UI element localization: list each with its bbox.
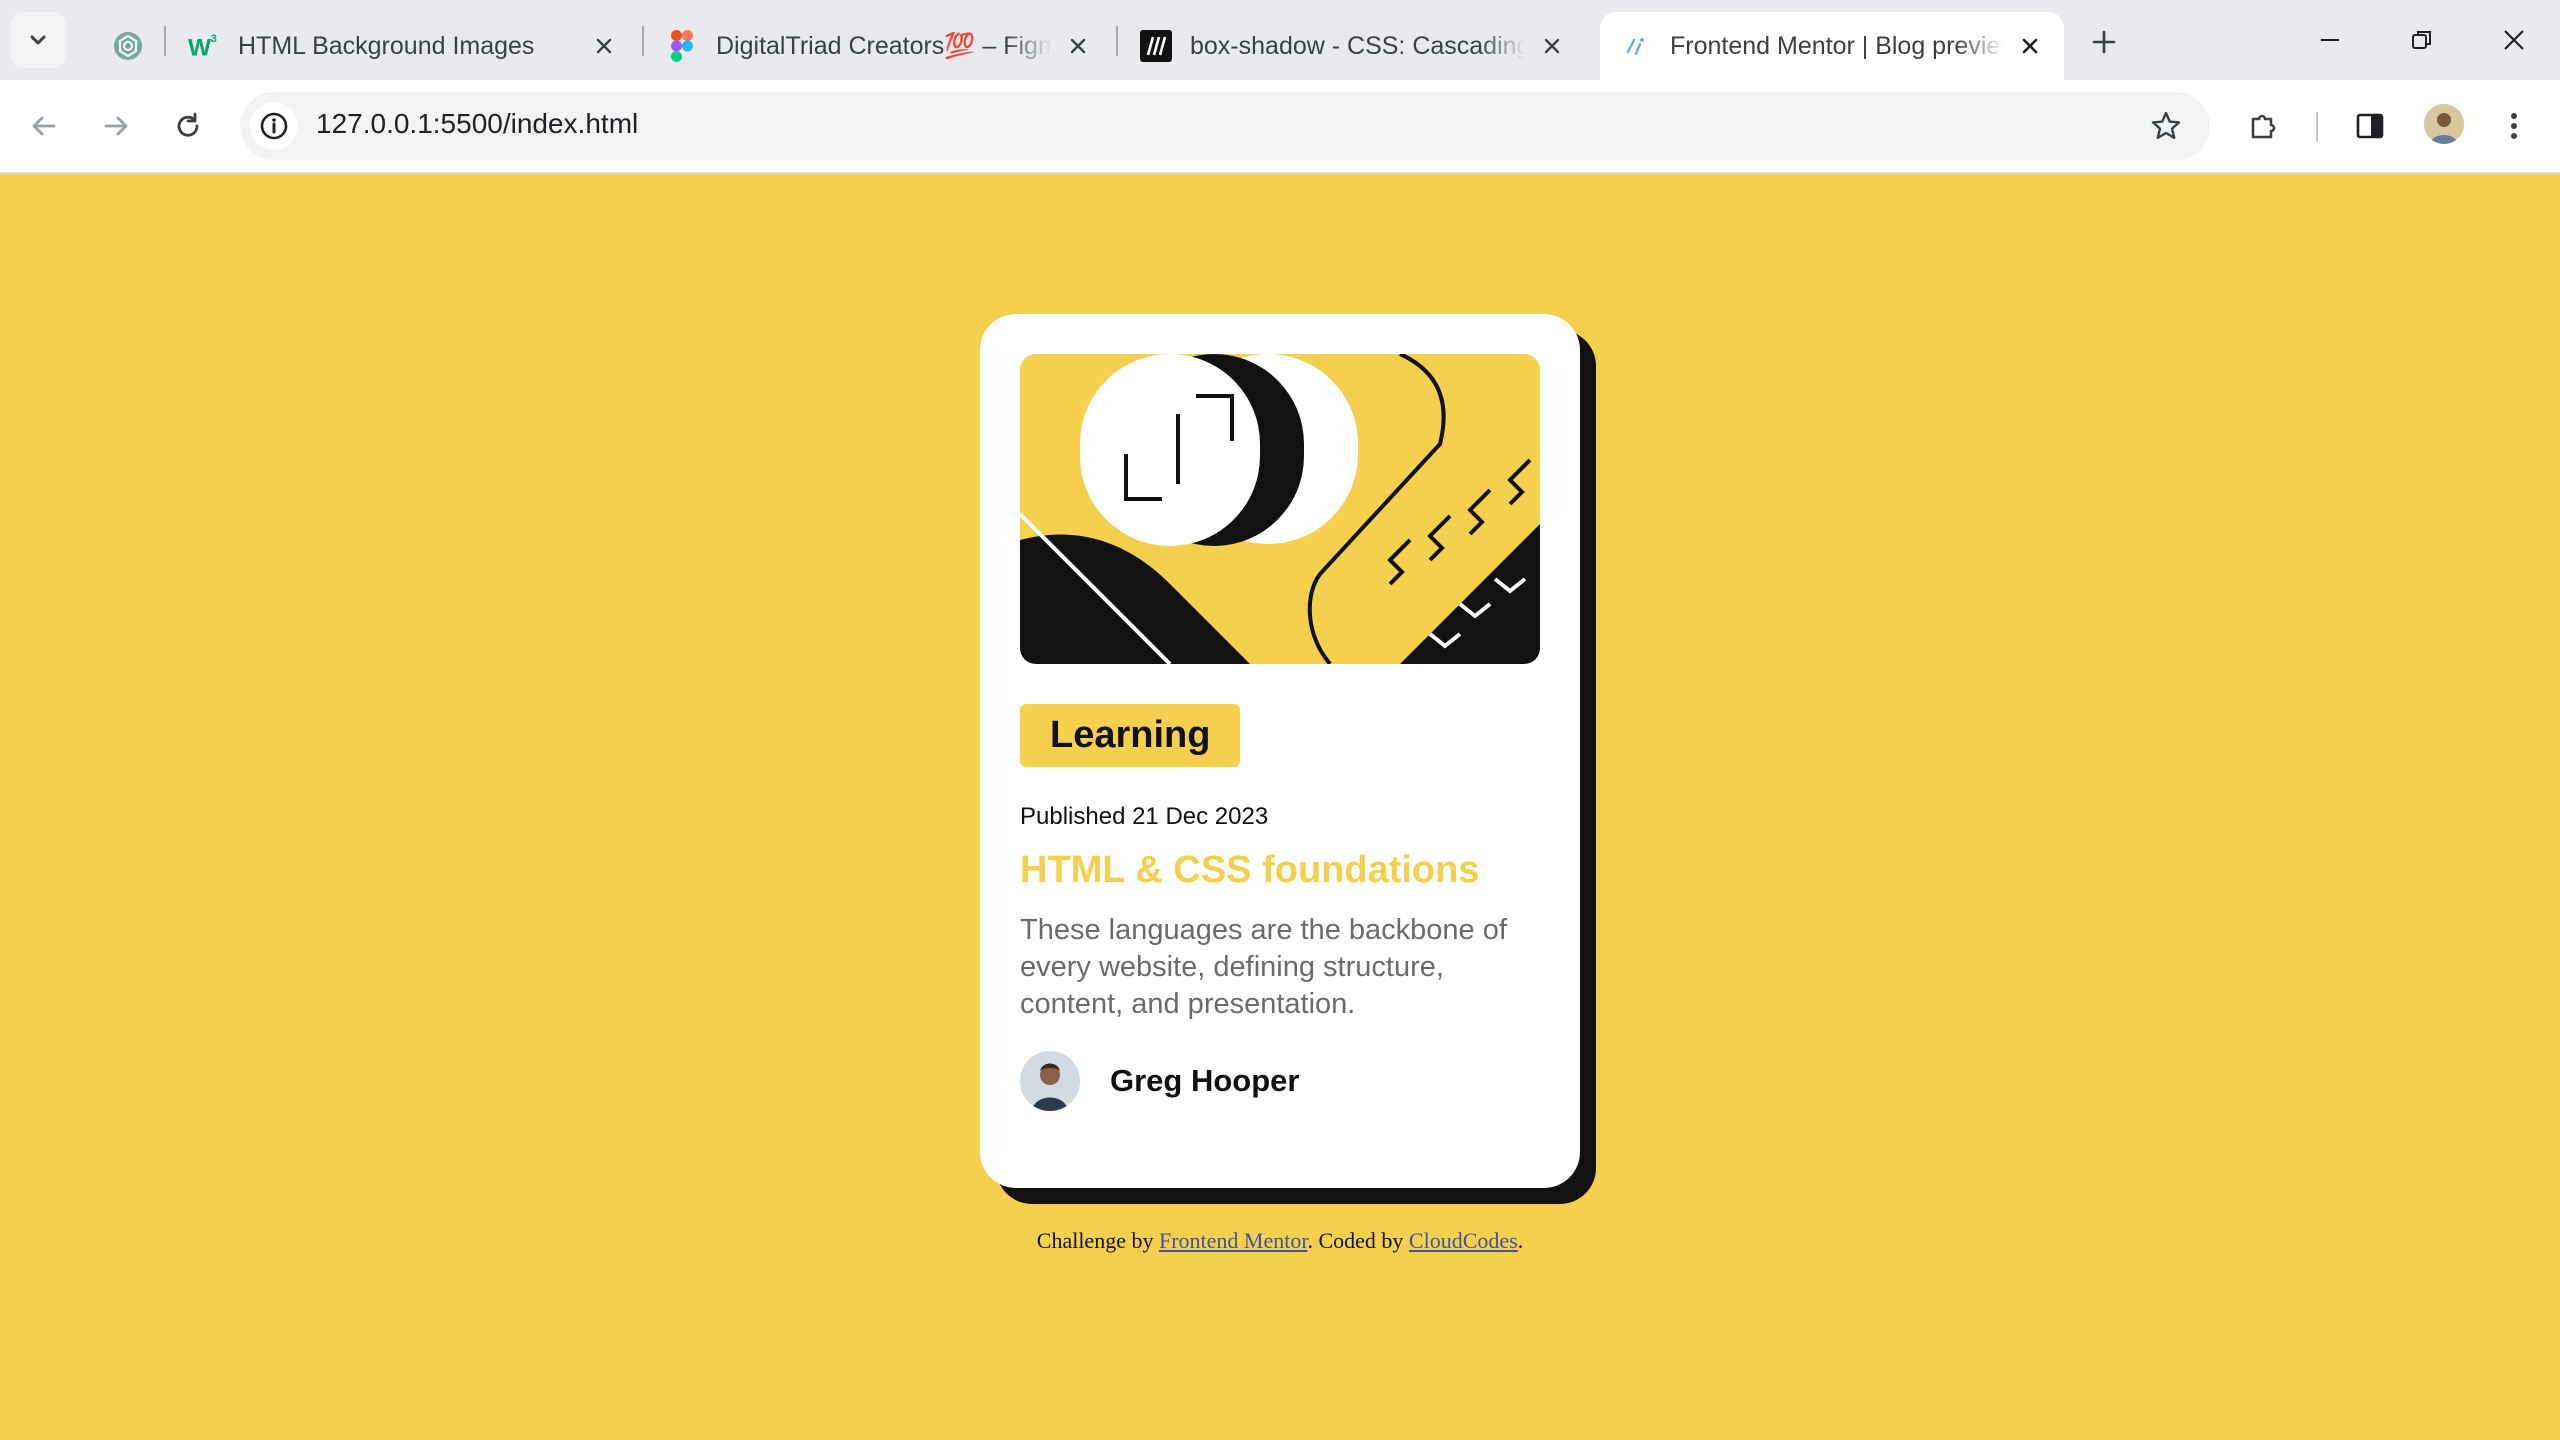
tab-separator <box>164 26 166 56</box>
profile-avatar[interactable] <box>2424 104 2464 144</box>
tab-title: DigitalTriad Creators💯 – Figma <box>716 31 1052 60</box>
tab-title: HTML Background Images <box>238 31 535 60</box>
svg-text:3: 3 <box>211 33 217 45</box>
arrow-left-icon <box>32 116 56 136</box>
url-text[interactable]: 127.0.0.1:5500/index.html <box>316 108 638 140</box>
card-description: These languages are the backbone of ever… <box>1020 914 1507 1020</box>
tab-separator <box>1116 26 1118 56</box>
svg-text:W: W <box>188 34 212 61</box>
blog-preview-card: Learning Published 21 Dec 2023 HTML & CS… <box>980 314 1580 1188</box>
close-tab-icon[interactable] <box>1060 28 1096 64</box>
close-tab-icon[interactable] <box>1534 28 1570 64</box>
vscode-live-server-icon <box>1620 30 1652 62</box>
side-panel-button[interactable] <box>2342 98 2398 154</box>
close-icon <box>2504 30 2524 50</box>
chatgpt-icon <box>112 30 144 62</box>
site-info-button[interactable] <box>250 102 298 150</box>
tab-figma[interactable]: DigitalTriad Creators💯 – Figma <box>646 12 1112 80</box>
bookmark-star-button[interactable] <box>2146 106 2186 146</box>
card-illustration <box>1020 354 1540 664</box>
minimize-button[interactable] <box>2294 10 2366 70</box>
figma-icon <box>666 30 698 62</box>
tab-search-button[interactable] <box>10 12 66 68</box>
tab-chatgpt[interactable] <box>92 12 164 80</box>
close-tab-icon[interactable] <box>2012 28 2048 64</box>
cloudcodes-link[interactable]: CloudCodes <box>1409 1228 1518 1253</box>
attribution: Challenge by Frontend Mentor. Coded by C… <box>0 1228 2560 1254</box>
attribution-prefix: Challenge by <box>1036 1228 1159 1253</box>
tab-title: Frontend Mentor | Blog preview card <box>1670 31 2004 60</box>
attribution-middle: . Coded by <box>1307 1228 1409 1253</box>
chevron-down-icon <box>30 35 46 45</box>
card-title[interactable]: HTML & CSS foundations <box>1020 849 1540 892</box>
arrow-right-icon <box>104 116 128 136</box>
restore-icon <box>2412 31 2431 49</box>
avatar <box>1020 1051 1080 1111</box>
minimize-icon <box>2321 39 2339 41</box>
new-tab-button[interactable] <box>2082 20 2126 64</box>
author: Greg Hooper <box>1020 1051 1540 1111</box>
star-icon <box>2151 111 2181 139</box>
published-date: Published 21 Dec 2023 <box>1020 803 1269 830</box>
tab-html-background-images[interactable]: W3 HTML Background Images <box>168 12 638 80</box>
puzzle-icon <box>2251 114 2276 139</box>
frontend-mentor-link[interactable]: Frontend Mentor <box>1159 1228 1308 1253</box>
browser-toolbar: 127.0.0.1:5500/index.html <box>0 80 2560 174</box>
tab-separator <box>642 26 644 56</box>
reload-button[interactable] <box>160 98 216 154</box>
category-badge: Learning <box>1020 704 1241 767</box>
forward-button[interactable] <box>88 98 144 154</box>
attribution-suffix: . <box>1517 1228 1524 1253</box>
toolbar-separator <box>2316 112 2318 142</box>
side-panel-icon <box>2356 113 2384 139</box>
more-vertical-icon <box>2511 113 2517 139</box>
tab-frontend-mentor[interactable]: Frontend Mentor | Blog preview card <box>1600 12 2064 80</box>
tab-strip: W3 HTML Background Images DigitalTriad C… <box>0 0 2560 80</box>
tab-mdn-box-shadow[interactable]: box-shadow - CSS: Cascading Style Sheets <box>1120 12 1586 80</box>
close-tab-icon[interactable] <box>586 28 622 64</box>
back-button[interactable] <box>16 98 72 154</box>
menu-button[interactable] <box>2486 98 2542 154</box>
info-icon <box>260 112 288 140</box>
w3schools-icon: W3 <box>188 30 220 62</box>
tab-title: box-shadow - CSS: Cascading Style Sheets <box>1190 31 1526 60</box>
avatar-image <box>2424 104 2464 144</box>
close-window-button[interactable] <box>2478 10 2550 70</box>
author-name: Greg Hooper <box>1110 1063 1300 1098</box>
mdn-icon <box>1140 30 1172 62</box>
reload-icon <box>177 112 199 137</box>
address-bar[interactable]: 127.0.0.1:5500/index.html <box>240 92 2210 160</box>
plus-icon <box>2092 30 2116 54</box>
extensions-button[interactable] <box>2236 98 2292 154</box>
restore-button[interactable] <box>2386 10 2458 70</box>
